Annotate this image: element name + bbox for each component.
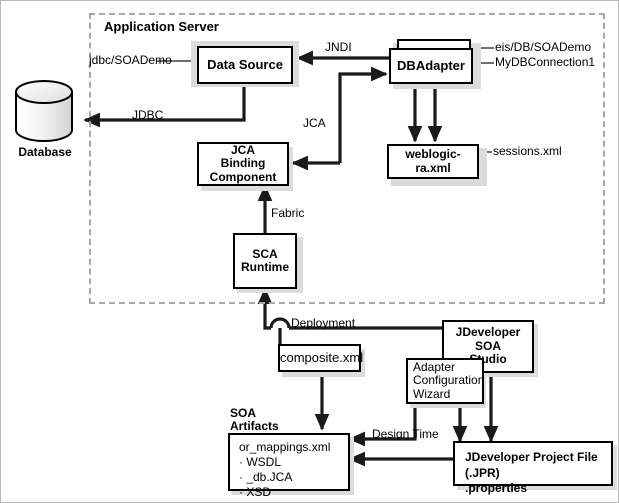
application-server-label: Application Server [104, 19, 219, 34]
annotation-jdbc-soademo: jdbc/SOADemo [89, 53, 172, 67]
edge-label-jndi: JNDI [325, 40, 352, 54]
soa-artifact-item: · XSD [239, 485, 272, 499]
adapter-wizard-line-3: Wizard [413, 386, 451, 401]
jca-binding-line-3: Component [209, 169, 277, 184]
soa-artifact-item: or_mappings.xml [239, 440, 331, 454]
jdev-project-file-line-1: JDeveloper Project File (.JPR) [465, 450, 598, 480]
sca-runtime-line-2: Runtime [241, 260, 289, 274]
node-composite-xml[interactable]: composite.xml [278, 344, 364, 372]
node-dbadapter[interactable]: DBAdapter [389, 48, 473, 84]
soa-artifact-item: · _db.JCA [239, 470, 293, 484]
data-source-label: Data Source [207, 56, 283, 72]
soa-artifacts-caption-line-2: Artifacts [230, 419, 279, 433]
node-sca-runtime[interactable]: SCA Runtime [233, 233, 297, 289]
edge-label-jca: JCA [303, 116, 326, 130]
jca-binding-line-1: JCA [230, 142, 255, 157]
jca-binding-line-2: Binding [220, 156, 266, 171]
edge-label-jdbc: JDBC [132, 108, 164, 122]
composite-xml-label: composite.xml [280, 349, 364, 365]
weblogic-ra-label: weblogic-ra.xml [405, 147, 461, 175]
edge-label-design-time: Design Time [372, 427, 439, 441]
node-adapter-configuration-wizard[interactable]: Adapter Configuration Wizard [406, 358, 484, 404]
dbadapter-label: DBAdapter [397, 57, 465, 73]
edge-label-fabric: Fabric [271, 206, 305, 220]
edge-label-deployment: Deployment [291, 316, 356, 330]
database-cylinder [13, 80, 75, 142]
jdev-project-file-line-2: .properties [465, 481, 528, 496]
jdev-soa-studio-line-2: SOA [474, 338, 501, 353]
node-jdeveloper-project-file[interactable]: JDeveloper Project File (.JPR) .properti… [453, 441, 613, 495]
annotation-eis-db-soademo: eis/DB/SOADemo [495, 40, 592, 54]
sca-runtime-line-1: SCA [252, 246, 278, 261]
annotation-sessions-xml: sessions.xml [493, 144, 562, 158]
jdev-soa-studio-line-1: JDeveloper [455, 325, 521, 340]
annotation-mydbconnection1: MyDBConnection1 [495, 55, 596, 69]
soa-artifact-item: · WSDL [239, 455, 281, 469]
node-data-source[interactable]: Data Source [197, 46, 293, 84]
adapter-wizard-line-2: Configuration [413, 373, 485, 388]
database-label: Database [18, 145, 72, 159]
diagram-canvas: Application Server Database Data Source … [0, 0, 619, 503]
node-soa-artifacts[interactable]: or_mappings.xml · WSDL · _db.JCA · XSD [228, 433, 350, 499]
adapter-wizard-line-1: Adapter [413, 359, 456, 374]
edge-deployment-jump [269, 317, 291, 329]
node-jca-binding-component[interactable]: JCA Binding Component [197, 142, 289, 186]
node-weblogic-ra-xml[interactable]: weblogic-ra.xml [387, 144, 479, 179]
